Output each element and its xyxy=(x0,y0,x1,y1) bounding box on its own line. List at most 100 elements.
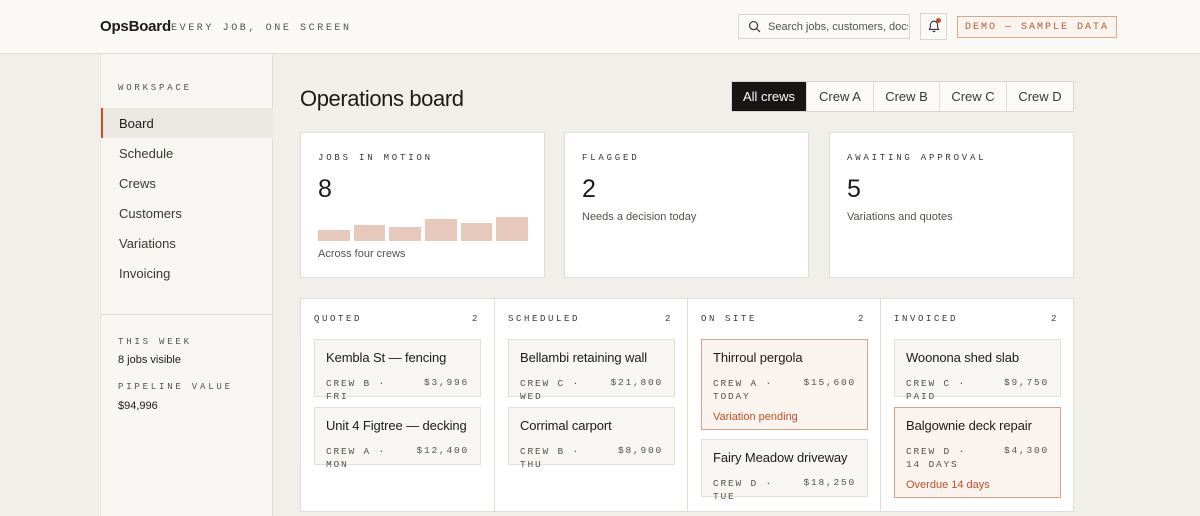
job-crew: CREW D · TUE xyxy=(713,478,774,502)
job-card[interactable]: Bellambi retaining wall CREW C · WED $21… xyxy=(508,339,675,402)
job-meta: CREW A · TODAY $15,600 xyxy=(713,377,856,403)
stat-note: Variations and quotes xyxy=(847,211,953,223)
page-title: Operations board xyxy=(300,86,464,111)
column-count: 2 xyxy=(1050,314,1059,324)
tab-crew-d[interactable]: Crew D xyxy=(1006,82,1073,111)
stat-value: 2 xyxy=(582,175,596,203)
job-meta: CREW B · THU $8,900 xyxy=(520,445,663,471)
mini-bar xyxy=(460,223,493,241)
column-header: SCHEDULED 2 xyxy=(508,314,673,324)
stat-note: Needs a decision today xyxy=(582,211,697,223)
sidebar-item-label: Variations xyxy=(119,235,176,251)
tagline: EVERY JOB, ONE SCREEN xyxy=(171,23,352,34)
sidebar-item-label: Customers xyxy=(119,205,182,221)
sidebar-item-customers[interactable]: Customers xyxy=(101,198,273,228)
column-header: INVOICED 2 xyxy=(894,314,1059,324)
sidebar-item-label: Schedule xyxy=(119,145,174,161)
sidebar-item-schedule[interactable]: Schedule xyxy=(101,138,273,168)
job-card[interactable]: Unit 4 Figtree — decking CREW A · MON $1… xyxy=(314,407,481,470)
job-title: Corrimal carport xyxy=(520,418,612,433)
job-card[interactable]: Fairy Meadow driveway CREW D · TUE $18,2… xyxy=(701,439,868,502)
column-title: SCHEDULED xyxy=(508,314,581,324)
job-title: Unit 4 Figtree — decking xyxy=(326,418,467,433)
job-crew: CREW C · WED xyxy=(520,378,581,402)
demo-badge: DEMO — SAMPLE DATA xyxy=(957,16,1118,38)
sidebar-divider xyxy=(101,314,273,315)
sidebar-item-board[interactable]: Board xyxy=(101,108,273,138)
brand-logo[interactable]: OpsBoard xyxy=(100,18,171,35)
job-amount: $9,750 xyxy=(1003,377,1049,388)
search-input[interactable] xyxy=(768,20,908,33)
job-crew: CREW D · 14 DAYS xyxy=(906,446,967,470)
job-card[interactable]: Thirroul pergola CREW A · TODAY $15,600 … xyxy=(701,339,868,430)
column-title: ON SITE xyxy=(701,314,758,324)
column-scheduled: SCHEDULED 2 Bellambi retaining wall CREW… xyxy=(494,299,687,511)
sidebar-item-variations[interactable]: Variations xyxy=(101,228,273,258)
tab-all-crews[interactable]: All crews xyxy=(732,82,806,111)
stat-card-flagged: FLAGGED 2 Needs a decision today xyxy=(564,132,809,278)
job-meta: CREW C · WED $21,800 xyxy=(520,377,663,403)
stat-value: 8 xyxy=(318,175,332,203)
job-title: Woonona shed slab xyxy=(906,350,1019,365)
job-title: Kembla St — fencing xyxy=(326,350,447,365)
mini-bar xyxy=(496,217,529,241)
top-bar: OpsBoard EVERY JOB, ONE SCREEN DEMO — SA… xyxy=(0,0,1200,54)
job-flag: Overdue 14 days xyxy=(906,479,990,491)
sidebar-item-label: Invoicing xyxy=(119,265,171,281)
tab-crew-b[interactable]: Crew B xyxy=(873,82,939,111)
sidebar-nav: Board Schedule Crews Customers Variation… xyxy=(101,108,273,288)
stat-card-jobs-in-motion: JOBS IN MOTION 8 Across four crews xyxy=(300,132,545,278)
job-amount: $12,400 xyxy=(416,445,469,456)
job-meta: CREW A · MON $12,400 xyxy=(326,445,469,471)
job-card[interactable]: Kembla St — fencing CREW B · FRI $3,996 xyxy=(314,339,481,402)
job-crew: CREW B · FRI xyxy=(326,378,387,402)
mini-bar xyxy=(353,225,386,241)
job-title: Thirroul pergola xyxy=(713,350,803,365)
job-card[interactable]: Balgownie deck repair CREW D · 14 DAYS $… xyxy=(894,407,1061,498)
stat-value: 5 xyxy=(847,175,861,203)
search-box[interactable] xyxy=(738,14,910,39)
job-amount: $18,250 xyxy=(803,477,856,488)
crew-filter-tabs: All crews Crew A Crew B Crew C Crew D xyxy=(731,81,1074,112)
notification-dot xyxy=(936,18,941,23)
job-meta: CREW D · TUE $18,250 xyxy=(713,477,856,503)
stat-label: FLAGGED xyxy=(582,153,640,163)
column-on-site: ON SITE 2 Thirroul pergola CREW A · TODA… xyxy=(687,299,880,511)
job-card[interactable]: Corrimal carport CREW B · THU $8,900 xyxy=(508,407,675,470)
mini-bar-chart xyxy=(318,217,529,241)
workspace-heading: WORKSPACE xyxy=(118,83,192,93)
column-count: 2 xyxy=(471,314,480,324)
tab-crew-a[interactable]: Crew A xyxy=(806,82,873,111)
sidebar-item-crews[interactable]: Crews xyxy=(101,168,273,198)
kanban-board: QUOTED 2 Kembla St — fencing CREW B · FR… xyxy=(300,298,1074,512)
sidebar-item-label: Crews xyxy=(119,175,156,191)
job-flag: Variation pending xyxy=(713,411,798,423)
job-title: Bellambi retaining wall xyxy=(520,350,648,365)
pipeline-value-label: PIPELINE VALUE xyxy=(118,382,233,392)
job-meta: CREW D · 14 DAYS $4,300 xyxy=(906,445,1049,471)
job-meta: CREW B · FRI $3,996 xyxy=(326,377,469,403)
job-amount: $3,996 xyxy=(423,377,469,388)
job-meta: CREW C · PAID $9,750 xyxy=(906,377,1049,403)
pipeline-value: $94,996 xyxy=(118,400,158,412)
job-amount: $4,300 xyxy=(1003,445,1049,456)
job-card[interactable]: Woonona shed slab CREW C · PAID $9,750 xyxy=(894,339,1061,402)
job-title: Balgownie deck repair xyxy=(906,418,1032,433)
job-title: Fairy Meadow driveway xyxy=(713,450,848,465)
column-count: 2 xyxy=(857,314,866,324)
notifications-button[interactable] xyxy=(920,13,947,40)
job-amount: $15,600 xyxy=(803,377,856,388)
mini-bar xyxy=(389,226,422,241)
job-crew: CREW C · PAID xyxy=(906,378,967,402)
job-crew: CREW A · TODAY xyxy=(713,378,774,402)
sidebar-item-invoicing[interactable]: Invoicing xyxy=(101,258,273,288)
sidebar: WORKSPACE Board Schedule Crews Customers… xyxy=(100,54,273,516)
column-invoiced: INVOICED 2 Woonona shed slab CREW C · PA… xyxy=(880,299,1073,511)
this-week-label: THIS WEEK xyxy=(118,337,192,347)
column-title: QUOTED xyxy=(314,314,363,324)
tab-crew-c[interactable]: Crew C xyxy=(939,82,1006,111)
stat-label: AWAITING APPROVAL xyxy=(847,153,987,163)
stat-label: JOBS IN MOTION xyxy=(318,153,433,163)
stat-card-awaiting-approval: AWAITING APPROVAL 5 Variations and quote… xyxy=(829,132,1074,278)
search-icon xyxy=(748,20,761,33)
